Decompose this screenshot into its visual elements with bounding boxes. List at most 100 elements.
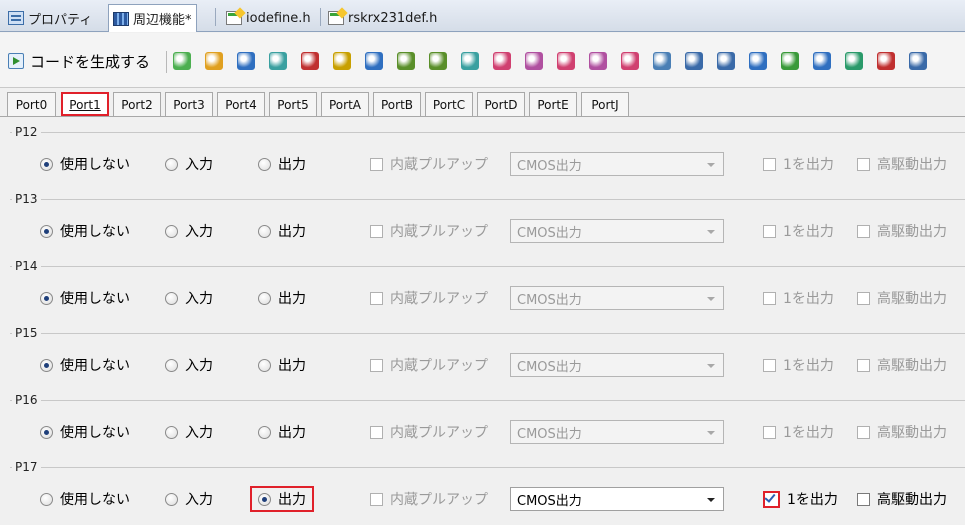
watch4-icon[interactable] — [589, 52, 607, 70]
link2-icon[interactable] — [717, 52, 735, 70]
high-drive-checkbox[interactable]: 高駆動出力 — [857, 355, 947, 375]
checkbox-box[interactable] — [370, 157, 383, 171]
tab-port0[interactable]: Port0 — [7, 92, 56, 116]
pin-icon[interactable] — [301, 52, 319, 70]
radio-input[interactable]: 入力 — [165, 355, 213, 375]
checkbox-box[interactable] — [370, 358, 383, 372]
port-icon[interactable] — [173, 52, 191, 70]
radio-circle[interactable] — [258, 492, 271, 506]
radio-input[interactable]: 入力 — [165, 489, 213, 509]
chart-icon[interactable] — [269, 52, 287, 70]
watch-icon[interactable] — [493, 52, 511, 70]
radio-input[interactable]: 入力 — [165, 221, 213, 241]
tab-portd[interactable]: PortD — [477, 92, 525, 116]
radio-input[interactable]: 入力 — [165, 422, 213, 442]
watch2-icon[interactable] — [525, 52, 543, 70]
output-type-select[interactable]: CMOS出力 — [510, 487, 724, 511]
radio-unused[interactable]: 使用しない — [40, 422, 130, 442]
output-type-select[interactable]: CMOS出力 — [510, 152, 724, 176]
link-icon[interactable] — [685, 52, 703, 70]
radio-circle[interactable] — [40, 224, 53, 238]
radio-circle[interactable] — [40, 157, 53, 171]
checkbox-box[interactable] — [370, 224, 383, 238]
radio-output[interactable]: 出力 — [258, 221, 306, 241]
output-type-select[interactable]: CMOS出力 — [510, 420, 724, 444]
adc-icon[interactable] — [781, 52, 799, 70]
checkbox-box[interactable] — [857, 358, 870, 372]
pullup-checkbox[interactable]: 内蔵プルアップ — [370, 154, 488, 174]
radio-circle[interactable] — [258, 157, 271, 171]
radio-circle[interactable] — [165, 492, 178, 506]
watch5-icon[interactable] — [621, 52, 639, 70]
tab-port5[interactable]: Port5 — [269, 92, 317, 116]
checkbox-box[interactable] — [857, 157, 870, 171]
output1-checkbox[interactable]: 1を出力 — [763, 288, 834, 308]
pullup-checkbox[interactable]: 内蔵プルアップ — [370, 489, 488, 509]
checkbox-box[interactable] — [763, 291, 776, 305]
high-drive-checkbox[interactable]: 高駆動出力 — [857, 221, 947, 241]
radio-circle[interactable] — [165, 425, 178, 439]
tab-port2[interactable]: Port2 — [113, 92, 161, 116]
radio-unused[interactable]: 使用しない — [40, 154, 130, 174]
tab-peripheral[interactable]: 周辺機能* — [108, 4, 197, 32]
high-drive-checkbox[interactable]: 高駆動出力 — [857, 154, 947, 174]
generate-code-button[interactable]: コードを生成する — [8, 49, 150, 73]
tab-port3[interactable]: Port3 — [165, 92, 213, 116]
timer2-icon[interactable] — [429, 52, 447, 70]
radio-output[interactable]: 出力 — [258, 154, 306, 174]
radio-circle[interactable] — [165, 291, 178, 305]
checkbox-box[interactable] — [857, 492, 870, 506]
tab-porte[interactable]: PortE — [529, 92, 577, 116]
signal2-icon[interactable] — [813, 52, 831, 70]
radio-circle[interactable] — [40, 425, 53, 439]
checkbox-box[interactable] — [370, 425, 383, 439]
timer-icon[interactable] — [397, 52, 415, 70]
high-drive-checkbox[interactable]: 高駆動出力 — [857, 489, 947, 509]
checkbox-box[interactable] — [857, 224, 870, 238]
radio-output[interactable]: 出力 — [258, 422, 306, 442]
tab-properties[interactable]: プロパティ — [4, 5, 96, 31]
checkbox-box[interactable] — [763, 490, 780, 508]
radio-circle[interactable] — [165, 358, 178, 372]
radio-output[interactable]: 出力 — [250, 486, 314, 512]
tab-porta[interactable]: PortA — [321, 92, 369, 116]
radio-output[interactable]: 出力 — [258, 288, 306, 308]
tab-iodefine[interactable]: iodefine.h — [222, 5, 315, 31]
radio-circle[interactable] — [165, 157, 178, 171]
tab-port4[interactable]: Port4 — [217, 92, 265, 116]
checkbox-box[interactable] — [370, 492, 383, 506]
power-icon[interactable] — [909, 52, 927, 70]
radio-circle[interactable] — [40, 492, 53, 506]
clock-icon[interactable] — [237, 52, 255, 70]
table-icon[interactable] — [653, 52, 671, 70]
mtu-icon[interactable] — [461, 52, 479, 70]
chip-icon[interactable] — [333, 52, 351, 70]
module-icon[interactable] — [205, 52, 223, 70]
output-type-select[interactable]: CMOS出力 — [510, 353, 724, 377]
radio-input[interactable]: 入力 — [165, 288, 213, 308]
checkbox-box[interactable] — [763, 157, 776, 171]
high-drive-checkbox[interactable]: 高駆動出力 — [857, 422, 947, 442]
pullup-checkbox[interactable]: 内蔵プルアップ — [370, 288, 488, 308]
radio-circle[interactable] — [258, 291, 271, 305]
output1-checkbox[interactable]: 1を出力 — [763, 154, 834, 174]
radio-unused[interactable]: 使用しない — [40, 489, 130, 509]
radio-circle[interactable] — [258, 358, 271, 372]
radio-circle[interactable] — [40, 291, 53, 305]
filter-icon[interactable] — [845, 52, 863, 70]
radio-circle[interactable] — [258, 224, 271, 238]
signal-icon[interactable] — [749, 52, 767, 70]
output-type-select[interactable]: CMOS出力 — [510, 219, 724, 243]
radio-circle[interactable] — [258, 425, 271, 439]
tab-portb[interactable]: PortB — [373, 92, 421, 116]
comm-icon[interactable] — [877, 52, 895, 70]
tab-rskrx231def[interactable]: rskrx231def.h — [324, 5, 441, 31]
checkbox-box[interactable] — [763, 224, 776, 238]
tab-portj[interactable]: PortJ — [581, 92, 629, 116]
checkbox-box[interactable] — [763, 425, 776, 439]
tab-portc[interactable]: PortC — [425, 92, 473, 116]
checkbox-box[interactable] — [857, 425, 870, 439]
radio-unused[interactable]: 使用しない — [40, 221, 130, 241]
radio-input[interactable]: 入力 — [165, 154, 213, 174]
output-type-select[interactable]: CMOS出力 — [510, 286, 724, 310]
